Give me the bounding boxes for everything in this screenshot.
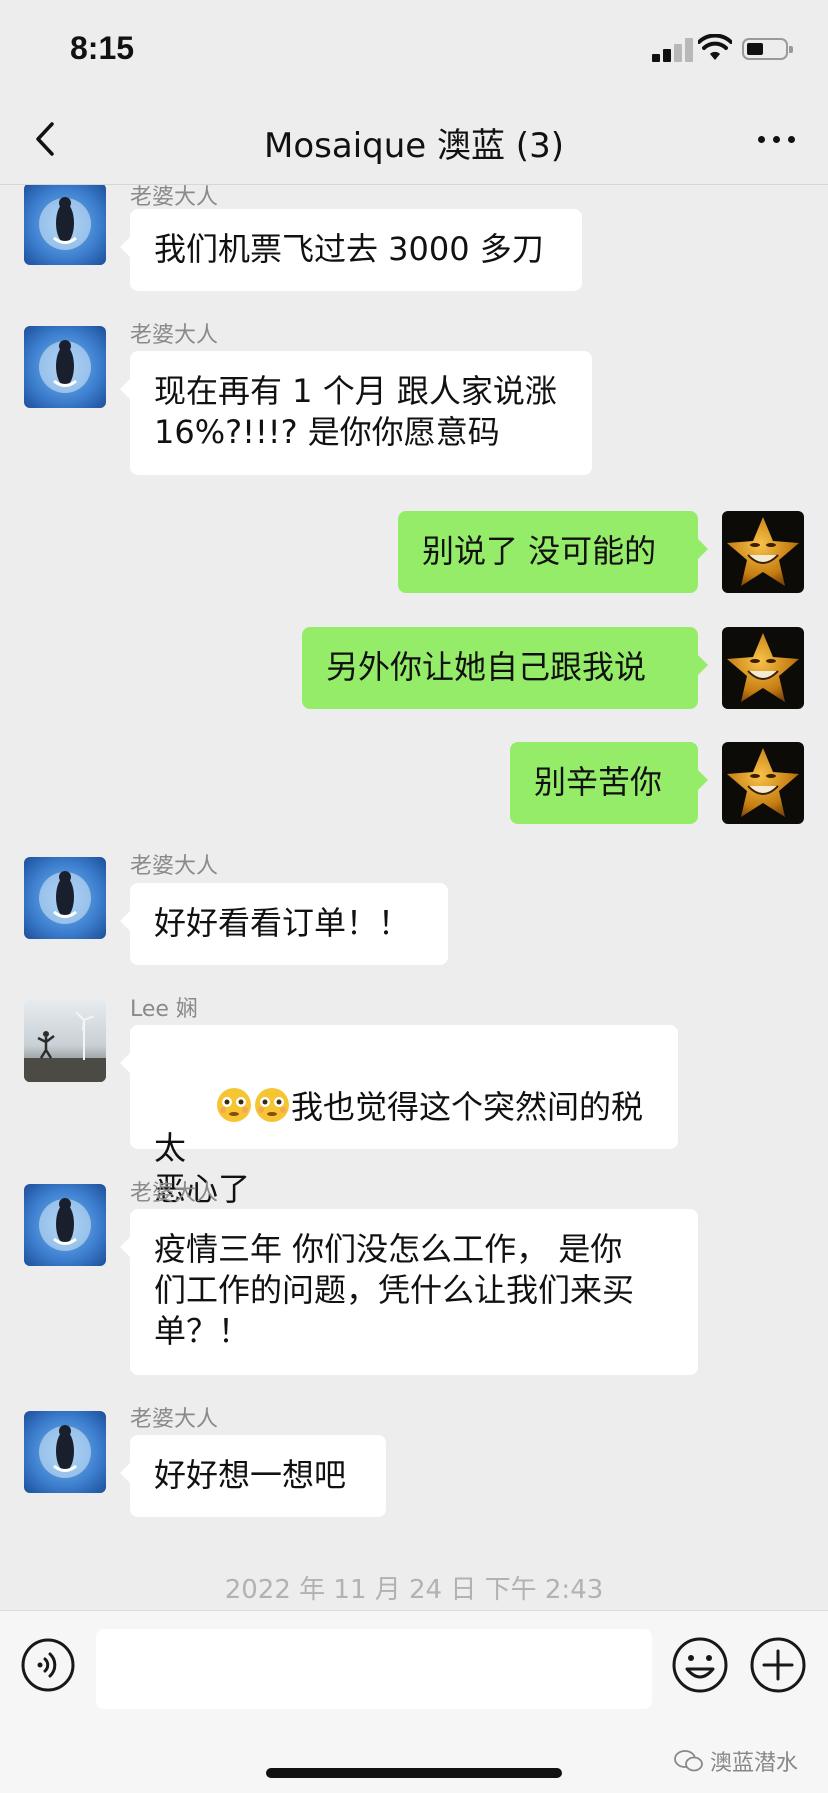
voice-icon[interactable] — [20, 1637, 76, 1693]
flushed-face-icon — [255, 1088, 290, 1122]
message-bubble[interactable]: 别说了 没可能的 — [398, 511, 708, 593]
message-bubble[interactable]: 另外你让她自己跟我说 — [302, 627, 708, 709]
flushed-face-icon — [217, 1088, 252, 1122]
message-bubble[interactable]: 疫情三年 你们没怎么工作， 是你 们工作的问题，凭什么让我们来买 单？！ — [120, 1209, 698, 1375]
chat-header: Mosaique 澳蓝 (3) — [0, 96, 828, 185]
status-bar: 8:15 — [0, 0, 828, 96]
message-list[interactable]: 老婆大人 我们机票飞过去 3000 多刀 老婆大人 现在再有 1 个月 跟人家说… — [0, 185, 828, 1610]
message-bubble[interactable]: 我也觉得这个突然间的税太 恶心了 — [120, 1025, 678, 1208]
watermark-text: 澳蓝潜水 — [709, 1751, 798, 1776]
message-bubble[interactable]: 我们机票飞过去 3000 多刀 — [120, 209, 582, 291]
sender-name: 老婆大人 — [130, 854, 219, 879]
avatar-self[interactable] — [722, 627, 804, 709]
avatar-self[interactable] — [722, 511, 804, 593]
sender-name: 老婆大人 — [130, 323, 219, 348]
chat-title: Mosaique 澳蓝 (3) — [264, 126, 564, 166]
status-time: 8:15 — [70, 30, 135, 66]
sender-name: 老婆大人 — [130, 1407, 219, 1432]
message-bubble[interactable]: 现在再有 1 个月 跟人家说涨 16%?!!!? 是你你愿意码 — [120, 351, 592, 475]
avatar-laopo[interactable] — [24, 326, 106, 408]
avatar-laopo[interactable] — [24, 857, 106, 939]
avatar-laopo[interactable] — [24, 1184, 106, 1266]
emoji-icon[interactable] — [670, 1635, 730, 1695]
wechat-icon — [674, 1750, 703, 1772]
watermark: 澳蓝潜水 — [674, 1745, 798, 1777]
avatar-self[interactable] — [722, 742, 804, 824]
battery-icon — [742, 38, 793, 60]
sender-name: 老婆大人 — [130, 185, 219, 210]
message-bubble[interactable]: 好好看看订单！！ — [120, 883, 448, 965]
avatar-laopo[interactable] — [24, 1411, 106, 1493]
message-input[interactable] — [96, 1629, 652, 1709]
input-bar: 澳蓝潜水 — [0, 1610, 828, 1793]
home-indicator[interactable] — [266, 1768, 562, 1778]
sender-name: 老婆大人 — [130, 1181, 219, 1206]
plus-icon[interactable] — [748, 1635, 808, 1695]
wifi-icon — [698, 34, 732, 60]
avatar-lee[interactable] — [24, 1000, 106, 1082]
avatar-laopo[interactable] — [24, 185, 106, 265]
message-bubble[interactable]: 别辛苦你 — [510, 742, 708, 824]
message-timestamp: 2022 年 11 月 24 日 下午 2:43 — [224, 1575, 604, 1605]
message-bubble[interactable]: 好好想一想吧 — [120, 1435, 386, 1517]
sender-name: Lee 娴 — [130, 997, 198, 1022]
more-dots-icon[interactable] — [752, 118, 802, 162]
cellular-signal-icon — [652, 38, 693, 62]
